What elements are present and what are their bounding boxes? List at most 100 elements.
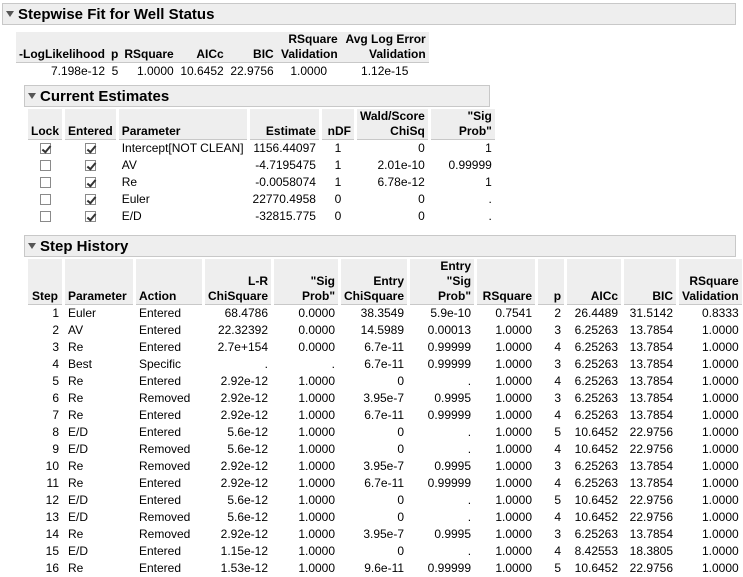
history-cell-step: 7 <box>52 408 59 422</box>
history-cell-entry-chisquare: 3.95e-7 <box>363 391 405 405</box>
history-cell-bic: 13.7854 <box>629 476 674 490</box>
history-cell-rsquare: 1.0000 <box>495 493 533 507</box>
history-cell-entry-sig-prob: 0.9995 <box>434 459 472 473</box>
estimate-chisq: 6.78e-12 <box>377 175 425 189</box>
estimate-ndf: 0 <box>334 209 342 223</box>
summary-header: p <box>108 32 122 63</box>
history-cell-action: Removed <box>139 391 191 405</box>
history-cell-p: 4 <box>554 340 562 354</box>
history-cell-entry-chisquare: 6.7e-11 <box>364 340 405 354</box>
history-row: 3 Re Entered 2.7e+154 0.0000 6.7e-11 0.99999 1.… <box>28 339 742 356</box>
estimate-chisq: 0 <box>418 209 425 223</box>
history-cell-action: Removed <box>139 510 191 524</box>
history-cell-bic: 22.9756 <box>629 561 674 575</box>
current-estimates-bar[interactable]: Current Estimates <box>24 85 490 107</box>
history-cell-rsquare: 1.0000 <box>495 357 533 371</box>
history-cell-step: 12 <box>45 493 59 507</box>
history-cell-sig-prob: 1.0000 <box>298 527 336 541</box>
history-cell-aicc: 6.25263 <box>574 476 619 490</box>
history-cell-bic: 22.9756 <box>629 493 674 507</box>
history-cell-lr-chisquare: 5.6e-12 <box>227 442 269 456</box>
lock-checkbox[interactable] <box>28 174 62 191</box>
lock-checkbox[interactable] <box>28 157 62 174</box>
history-cell-lr-chisquare: 5.6e-12 <box>227 425 269 439</box>
lock-checkbox[interactable] <box>28 208 62 225</box>
disclosure-triangle-icon[interactable] <box>28 243 36 249</box>
summary-table: -LogLikelihood p RSquare AICc BIC RSquar… <box>16 32 429 80</box>
estimates-header: Entered <box>65 109 116 140</box>
lock-checkbox[interactable] <box>28 140 62 158</box>
entered-checkbox[interactable] <box>65 140 116 158</box>
history-cell-bic: 18.3805 <box>629 544 674 558</box>
step-history-bar[interactable]: Step History <box>24 235 736 257</box>
lock-checkbox-icon[interactable] <box>39 194 51 206</box>
disclosure-triangle-icon[interactable] <box>6 11 14 17</box>
history-cell-bic: 13.7854 <box>629 527 674 541</box>
lock-checkbox-icon[interactable] <box>39 143 51 155</box>
entered-checkbox-icon[interactable] <box>84 177 96 189</box>
history-cell-action: Entered <box>139 493 182 507</box>
history-cell-rsquare: 1.0000 <box>495 323 533 337</box>
history-cell-step: 15 <box>45 544 59 558</box>
estimates-header: nDF <box>321 109 354 140</box>
history-cell-bic: 22.9756 <box>629 442 674 456</box>
summary-header: BIC <box>226 32 277 63</box>
history-cell-action: Removed <box>139 459 191 473</box>
estimate-value: -32815.775 <box>255 209 316 223</box>
entered-checkbox[interactable] <box>65 157 116 174</box>
history-cell-action: Entered <box>139 425 182 439</box>
history-cell-bic: 13.7854 <box>629 459 674 473</box>
history-cell-lr-chisquare: 2.92e-12 <box>220 408 269 422</box>
report-title-bar[interactable]: Stepwise Fit for Well Status <box>2 3 736 25</box>
history-cell-bic: 13.7854 <box>629 340 674 354</box>
disclosure-triangle-icon[interactable] <box>28 93 36 99</box>
history-row: 12 E/D Entered 5.6e-12 1.0000 0. 1.0000 5 10.645… <box>28 492 742 509</box>
history-cell-sig-prob: 1.0000 <box>298 510 336 524</box>
estimate-chisq: 0 <box>418 141 425 155</box>
entered-checkbox[interactable] <box>65 208 116 225</box>
entered-checkbox-icon[interactable] <box>84 143 96 155</box>
history-cell-parameter: E/D <box>68 442 89 456</box>
history-cell-entry-sig-prob: 0.9995 <box>434 391 472 405</box>
history-row: 9 E/D Removed 5.6e-12 1.0000 0. 1.0000 4 10.6452… <box>28 441 742 458</box>
summary-header: AICc <box>176 32 227 63</box>
entered-checkbox[interactable] <box>65 174 116 191</box>
history-cell-sig-prob: 1.0000 <box>298 561 336 575</box>
history-cell-rsquare-validation: 1.0000 <box>702 323 739 337</box>
summary-cell: 10.6452 <box>180 64 224 78</box>
history-cell-p: 4 <box>554 442 562 456</box>
history-cell-p: 5 <box>554 493 562 507</box>
history-header-entry-chisquare: Entry ChiSquare <box>341 259 408 305</box>
history-cell-bic: 13.7854 <box>629 374 674 388</box>
history-cell-step: 3 <box>52 340 59 354</box>
history-cell-entry-chisquare: 14.5989 <box>360 323 405 337</box>
estimate-sigprob: . <box>488 209 492 223</box>
entered-checkbox-icon[interactable] <box>84 160 96 172</box>
history-header-lr-chisquare: L-R ChiSquare <box>205 259 272 305</box>
lock-checkbox-icon[interactable] <box>39 177 51 189</box>
lock-checkbox-icon[interactable] <box>39 160 51 172</box>
history-cell-aicc: 10.6452 <box>574 493 619 507</box>
step-history-title: Step History <box>40 237 129 255</box>
history-cell-aicc: 6.25263 <box>574 357 619 371</box>
history-cell-entry-sig-prob: 5.9e-10 <box>430 306 472 320</box>
current-estimates-title: Current Estimates <box>40 87 170 105</box>
history-row: 6 Re Removed 2.92e-12 1.0000 3.95e-7 0.9995 1.0… <box>28 390 742 407</box>
lock-checkbox[interactable] <box>28 191 62 208</box>
history-cell-rsquare: 1.0000 <box>495 340 533 354</box>
history-cell-action: Entered <box>139 340 182 354</box>
summary-cell: 1.12e-15 <box>361 64 409 78</box>
estimates-header: Lock <box>28 109 63 140</box>
history-cell-aicc: 10.6452 <box>574 510 619 524</box>
history-cell-bic: 13.7854 <box>629 391 674 405</box>
history-cell-sig-prob: 0.0000 <box>298 340 336 354</box>
entered-checkbox-icon[interactable] <box>84 211 96 223</box>
summary-row: 7.198e-12 5 1.0000 10.6452 22.9756 1.000… <box>16 63 429 81</box>
history-cell-entry-chisquare: 6.7e-11 <box>364 357 405 371</box>
history-cell-action: Entered <box>139 323 182 337</box>
entered-checkbox[interactable] <box>65 191 116 208</box>
history-cell-step: 11 <box>46 476 59 490</box>
history-cell-parameter: E/D <box>68 510 89 524</box>
entered-checkbox-icon[interactable] <box>84 194 96 206</box>
lock-checkbox-icon[interactable] <box>39 211 51 223</box>
